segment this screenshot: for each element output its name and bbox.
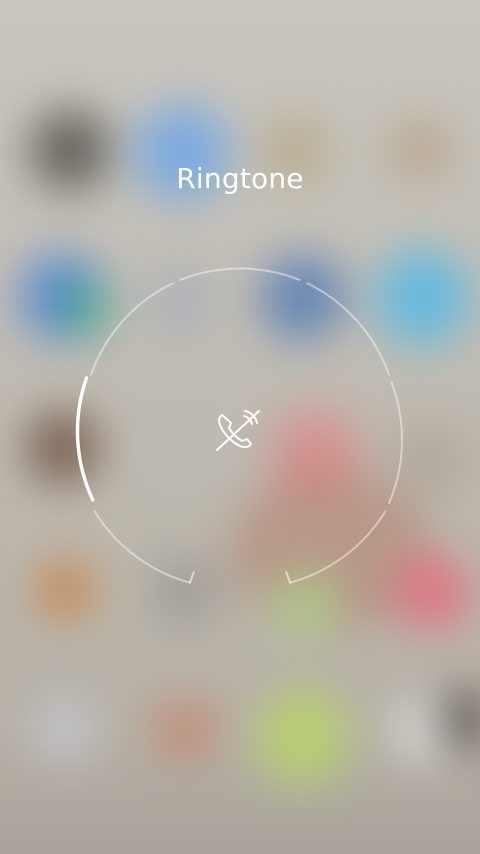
dial-segment-top-left[interactable] [90, 282, 174, 376]
dial-segment-top-right[interactable] [306, 282, 390, 376]
dial-tick-bottom-right [285, 571, 292, 584]
dial-segment-top[interactable] [179, 267, 301, 281]
dial-tick-bottom-left [188, 571, 195, 584]
sound-mode-overlay: Ringtone [0, 0, 480, 854]
dial-segment-bottom-right[interactable] [289, 510, 387, 584]
ringer-off-icon[interactable] [212, 406, 266, 456]
dial-segment-left-active[interactable] [75, 376, 95, 502]
dial-segment-bottom-left[interactable] [93, 510, 191, 584]
dial-segment-right[interactable] [387, 381, 403, 505]
